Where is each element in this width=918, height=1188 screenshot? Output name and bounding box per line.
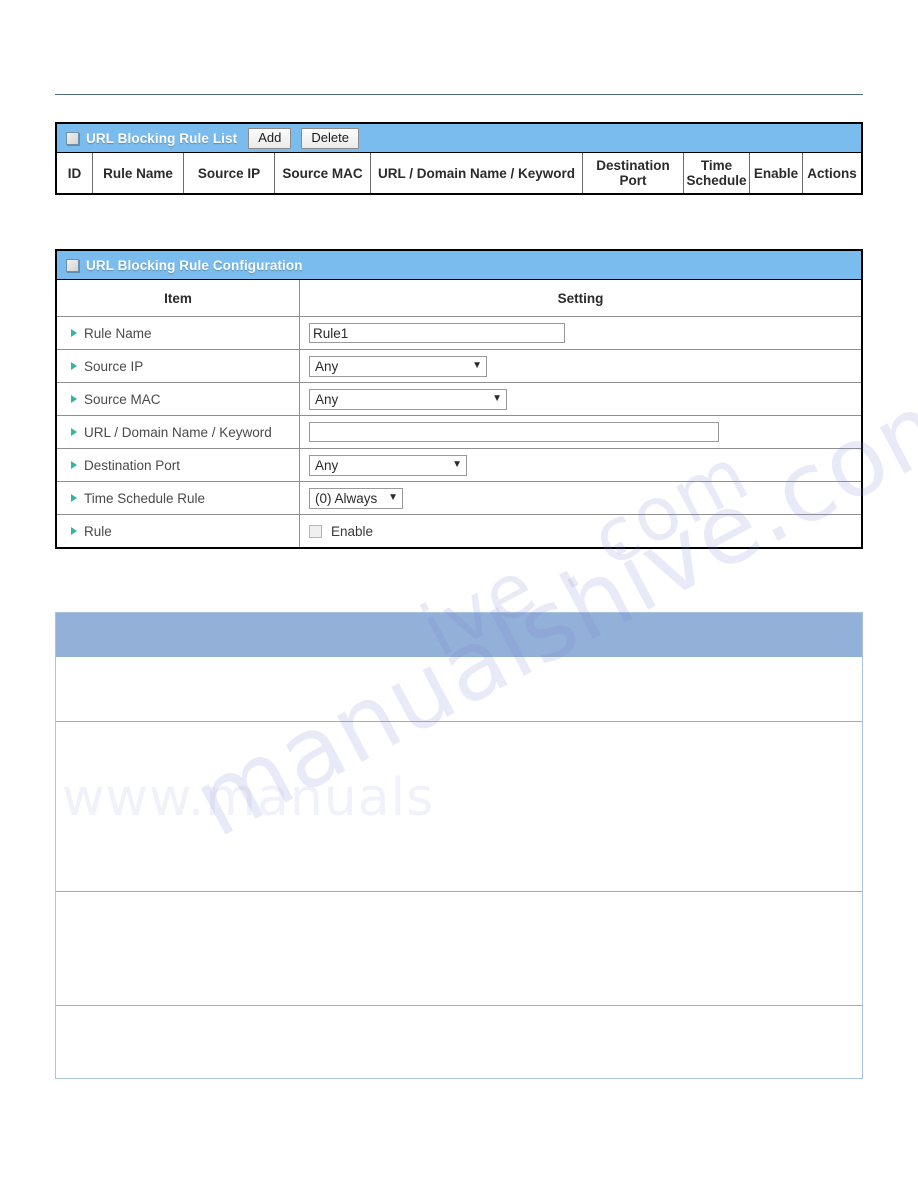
- config-setting-rule-enable: Enable: [300, 515, 861, 547]
- config-row-rule-name: Rule Name: [57, 316, 861, 349]
- add-button[interactable]: Add: [248, 127, 292, 149]
- url-blocking-rule-configuration-panel: URL Blocking Rule Configuration Item Set…: [55, 249, 863, 549]
- rule-list-column-headers: ID Rule Name Source IP Source MAC URL / …: [57, 152, 861, 193]
- bullet-triangle-icon: [71, 494, 77, 502]
- column-header-source-ip: Source IP: [184, 153, 275, 193]
- rule-enable-checkbox[interactable]: [309, 524, 322, 538]
- config-item-rule-name: Rule Name: [57, 317, 300, 349]
- config-label-source-mac: Source MAC: [84, 391, 161, 407]
- bullet-triangle-icon: [71, 527, 77, 535]
- bullet-triangle-icon: [71, 362, 77, 370]
- config-item-time-schedule: Time Schedule Rule: [57, 482, 300, 514]
- chevron-down-icon: ▼: [388, 492, 398, 503]
- config-label-time-schedule: Time Schedule Rule: [84, 490, 206, 506]
- page-divider: [55, 94, 863, 95]
- config-column-item-label: Item: [164, 290, 192, 306]
- config-row-source-mac: Source MAC Any ▼: [57, 382, 861, 415]
- bullet-triangle-icon: [71, 428, 77, 436]
- config-column-header-row: Item Setting: [57, 279, 861, 316]
- rule-list-buttons: Add Delete: [248, 127, 359, 149]
- config-item-destination-port: Destination Port: [57, 449, 300, 481]
- chevron-down-icon: ▼: [452, 459, 462, 470]
- rule-list-title: URL Blocking Rule List: [86, 130, 238, 146]
- lower-table-row: [56, 721, 862, 891]
- config-setting-time-schedule: (0) Always ▼: [300, 482, 861, 514]
- lower-table-row: [56, 656, 862, 721]
- column-header-actions: Actions: [807, 165, 857, 181]
- lower-description-table: [55, 612, 863, 1079]
- column-header-id: ID: [57, 153, 93, 193]
- config-label-destination-port: Destination Port: [84, 457, 181, 473]
- destination-port-select[interactable]: Any ▼: [309, 454, 467, 476]
- url-blocking-rule-list-panel: URL Blocking Rule List Add Delete ID Rul…: [55, 122, 863, 195]
- config-setting-source-mac: Any ▼: [300, 383, 861, 415]
- url-keyword-input[interactable]: [309, 422, 719, 442]
- lower-table-row: [56, 1005, 862, 1078]
- config-label-url-keyword: URL / Domain Name / Keyword: [84, 424, 272, 440]
- time-schedule-select-value: (0) Always: [315, 490, 378, 506]
- config-setting-destination-port: Any ▼: [300, 449, 861, 481]
- config-row-destination-port: Destination Port Any ▼: [57, 448, 861, 481]
- config-setting-rule-name: [300, 317, 861, 349]
- config-label-rule: Rule: [84, 523, 112, 539]
- column-header-rule-name: Rule Name: [93, 153, 184, 193]
- chevron-down-icon: ▼: [472, 360, 482, 371]
- config-setting-url-keyword: [300, 416, 861, 448]
- window-box-icon: [66, 131, 79, 145]
- window-box-icon: [66, 258, 79, 272]
- lower-table-header: [56, 612, 862, 656]
- column-header-destination-port: Destination Port: [583, 153, 684, 193]
- config-column-item: Item: [57, 280, 300, 316]
- column-header-time-schedule: Time Schedule: [684, 153, 750, 193]
- bullet-triangle-icon: [71, 329, 77, 337]
- config-header-bar: URL Blocking Rule Configuration: [57, 251, 861, 279]
- config-row-source-ip: Source IP Any ▼: [57, 349, 861, 382]
- delete-button[interactable]: Delete: [301, 127, 359, 149]
- lower-table-row: [56, 891, 862, 1005]
- config-row-rule-enable: Rule Enable: [57, 514, 861, 547]
- column-header-enable: Enable: [750, 153, 803, 193]
- config-row-url-keyword: URL / Domain Name / Keyword: [57, 415, 861, 448]
- config-column-setting: Setting: [300, 280, 861, 316]
- destination-port-select-value: Any: [315, 457, 339, 473]
- config-item-source-mac: Source MAC: [57, 383, 300, 415]
- chevron-down-icon: ▼: [492, 393, 502, 404]
- source-mac-select[interactable]: Any ▼: [309, 388, 507, 410]
- time-schedule-select[interactable]: (0) Always ▼: [309, 487, 403, 509]
- rule-name-input[interactable]: [309, 323, 565, 343]
- config-setting-source-ip: Any ▼: [300, 350, 861, 382]
- column-header-source-mac: Source MAC: [275, 153, 371, 193]
- source-ip-select-value: Any: [315, 358, 339, 374]
- bullet-triangle-icon: [71, 461, 77, 469]
- config-column-setting-label: Setting: [557, 290, 604, 306]
- source-mac-select-value: Any: [315, 391, 339, 407]
- config-item-source-ip: Source IP: [57, 350, 300, 382]
- config-item-rule: Rule: [57, 515, 300, 547]
- rule-enable-label: Enable: [331, 523, 374, 539]
- bullet-triangle-icon: [71, 395, 77, 403]
- config-label-source-ip: Source IP: [84, 358, 144, 374]
- rule-list-header-bar: URL Blocking Rule List Add Delete: [57, 124, 861, 152]
- config-row-time-schedule: Time Schedule Rule (0) Always ▼: [57, 481, 861, 514]
- config-title: URL Blocking Rule Configuration: [86, 257, 303, 273]
- config-label-rule-name: Rule Name: [84, 325, 152, 341]
- config-item-url-keyword: URL / Domain Name / Keyword: [57, 416, 300, 448]
- source-ip-select[interactable]: Any ▼: [309, 355, 487, 377]
- column-header-url-keyword: URL / Domain Name / Keyword: [371, 153, 583, 193]
